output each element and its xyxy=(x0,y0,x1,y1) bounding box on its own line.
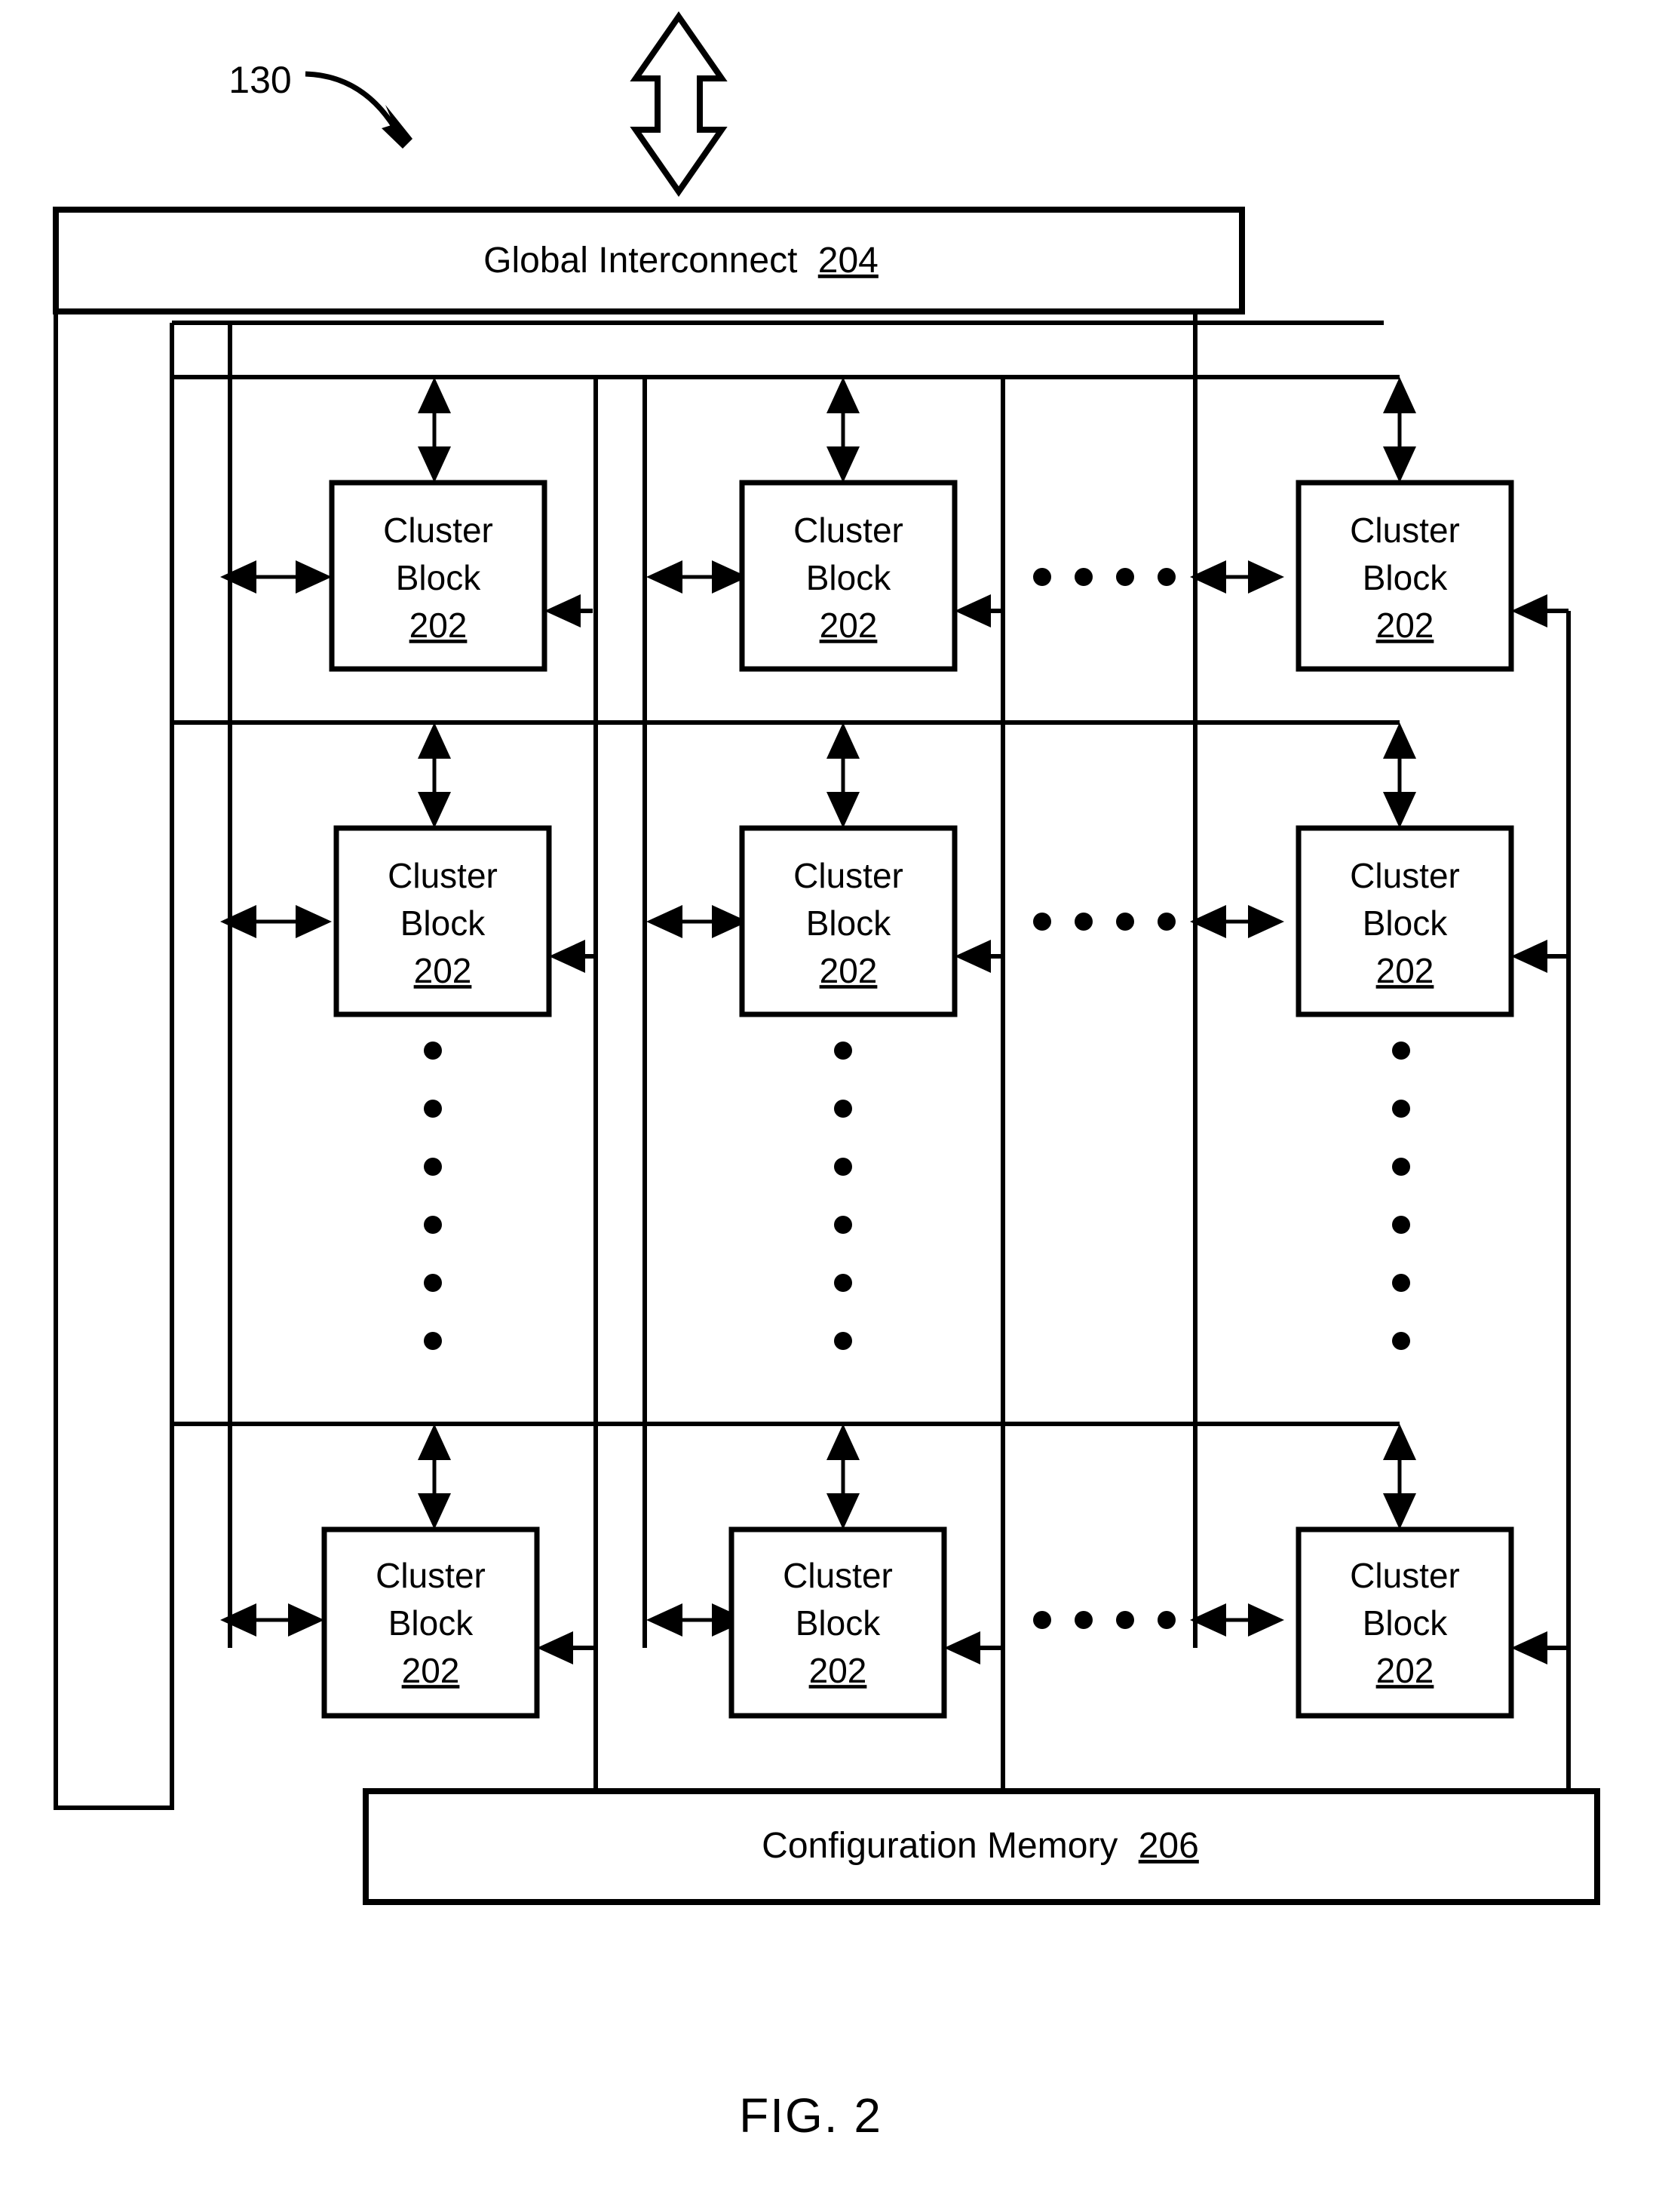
row-1-bus xyxy=(172,375,1416,483)
cluster-block-ref: 202 xyxy=(1376,951,1434,990)
cluster-block-line2: Block xyxy=(806,904,891,943)
figure-canvas: 130 Global Interconnect 204 Cluster Bloc… xyxy=(53,11,1600,2143)
cluster-block-ref: 202 xyxy=(414,951,472,990)
cluster-block-ref: 202 xyxy=(820,951,878,990)
cluster-block-r1c1[interactable]: Cluster Block 202 xyxy=(329,480,547,672)
row-3-ellipsis-dots xyxy=(1033,1611,1176,1629)
cluster-block-r3c3[interactable]: Cluster Block 202 xyxy=(1296,1526,1514,1719)
outer-enclosure-rail xyxy=(54,210,174,1810)
cluster-block-line2: Block xyxy=(806,558,891,597)
row-2-ellipsis-dots xyxy=(1033,913,1176,931)
cluster-block-line2: Block xyxy=(400,904,486,943)
cluster-block-line1: Cluster xyxy=(388,856,498,895)
row-3-bus xyxy=(172,1422,1416,1529)
cluster-block-r2c1[interactable]: Cluster Block 202 xyxy=(333,825,552,1017)
cluster-block-line1: Cluster xyxy=(783,1556,893,1595)
external-bidirectional-arrow xyxy=(630,11,728,198)
global-interconnect-label: Global Interconnect 204 xyxy=(483,241,879,281)
cluster-block-ref: 202 xyxy=(409,606,468,645)
cluster-block-line1: Cluster xyxy=(1350,856,1460,895)
cluster-block-line1: Cluster xyxy=(376,1556,486,1595)
cluster-block-line2: Block xyxy=(796,1603,881,1643)
patent-figure: 130 Global Interconnect 204 Cluster Bloc… xyxy=(0,0,1659,2212)
cluster-block-r1c2[interactable]: Cluster Block 202 xyxy=(739,480,958,672)
cluster-block-line2: Block xyxy=(1363,904,1448,943)
row-1-ellipsis-dots xyxy=(1033,568,1176,586)
cluster-block-ref: 202 xyxy=(820,606,878,645)
configuration-memory-block: Configuration Memory 206 xyxy=(363,1788,1600,1905)
reference-numeral-130: 130 xyxy=(228,59,291,101)
cluster-block-ref: 202 xyxy=(1376,1651,1434,1690)
cluster-block-r2c2[interactable]: Cluster Block 202 xyxy=(739,825,958,1017)
cluster-block-line1: Cluster xyxy=(1350,1556,1460,1595)
cluster-block-line1: Cluster xyxy=(383,511,493,550)
figure-caption: FIG. 2 xyxy=(739,2088,882,2143)
cluster-block-r3c1[interactable]: Cluster Block 202 xyxy=(321,1526,540,1719)
cluster-block-line1: Cluster xyxy=(793,511,903,550)
cluster-block-r2c3[interactable]: Cluster Block 202 xyxy=(1296,825,1514,1017)
cluster-block-line1: Cluster xyxy=(1350,511,1460,550)
cluster-block-line2: Block xyxy=(388,1603,474,1643)
reference-lead-130 xyxy=(305,71,412,149)
cluster-block-line2: Block xyxy=(1363,1603,1448,1643)
cluster-block-line2: Block xyxy=(1363,558,1448,597)
column-3-ellipsis-dots xyxy=(1392,1042,1410,1350)
cluster-block-line2: Block xyxy=(396,558,481,597)
cluster-block-r1c3[interactable]: Cluster Block 202 xyxy=(1296,480,1514,672)
cluster-block-ref: 202 xyxy=(809,1651,867,1690)
cluster-block-r3c2[interactable]: Cluster Block 202 xyxy=(728,1526,947,1719)
row-2-bus xyxy=(172,720,1416,828)
column-2-ellipsis-dots xyxy=(834,1042,852,1350)
cluster-block-ref: 202 xyxy=(1376,606,1434,645)
cluster-block-ref: 202 xyxy=(402,1651,460,1690)
global-interconnect-block: Global Interconnect 204 xyxy=(53,207,1245,314)
cluster-block-line1: Cluster xyxy=(793,856,903,895)
column-1-ellipsis-dots xyxy=(424,1042,442,1350)
